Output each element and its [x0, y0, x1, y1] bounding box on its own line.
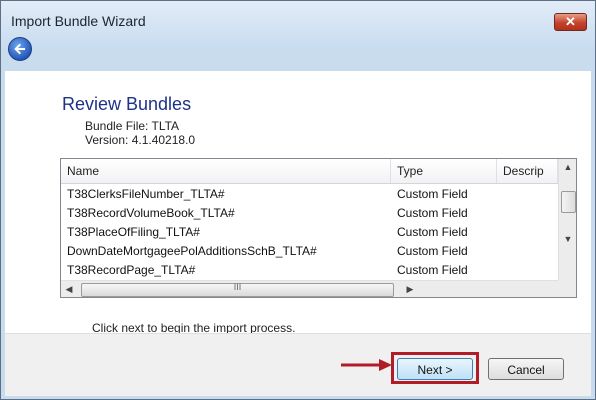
button-bar: Next > Cancel	[5, 333, 591, 396]
back-button[interactable]	[8, 37, 32, 61]
row-name: T38ClerksFileNumber_TLTA#	[67, 187, 225, 201]
annotation-arrow-icon	[341, 359, 392, 371]
version-label: Version: 4.1.40218.0	[85, 133, 196, 147]
row-name: DownDateMortgageePolAdditionsSchB_TLTA#	[67, 244, 317, 258]
row-type: Custom Field	[397, 225, 468, 239]
table-row[interactable]: T38RecordVolumeBook_TLTA# Custom Field	[61, 204, 558, 223]
scroll-left-icon[interactable]: ◀	[61, 281, 77, 297]
vertical-scroll-thumb[interactable]	[561, 191, 576, 213]
page-title: Review Bundles	[62, 94, 192, 114]
content-panel: Review Bundles Bundle File: TLTA Version…	[5, 71, 591, 335]
table-row[interactable]: DownDateMortgageePolAdditionsSchB_TLTA# …	[61, 242, 558, 261]
close-button[interactable]: ✕	[554, 13, 587, 31]
back-arrow-icon	[14, 43, 25, 55]
wizard-window: Import Bundle Wizard ✕ Review Bundles Bu…	[0, 0, 596, 400]
close-icon: ✕	[565, 14, 576, 29]
row-type: Custom Field	[397, 263, 468, 277]
row-name: T38PlaceOfFiling_TLTA#	[67, 225, 200, 239]
list-header: Name Type Descrip	[61, 159, 558, 184]
next-button[interactable]: Next >	[397, 358, 473, 380]
scroll-grip-icon: III	[233, 282, 242, 292]
column-header-name[interactable]: Name	[61, 159, 391, 183]
bundle-list[interactable]: Name Type Descrip T38ClerksFileNumber_TL…	[60, 158, 577, 298]
row-name: T38RecordVolumeBook_TLTA#	[67, 206, 235, 220]
scrollbar-corner	[558, 280, 576, 297]
column-header-description[interactable]: Descrip	[497, 159, 558, 183]
scroll-down-icon[interactable]: ▼	[559, 231, 576, 247]
table-row[interactable]: T38PlaceOfFiling_TLTA# Custom Field	[61, 223, 558, 242]
column-header-type[interactable]: Type	[391, 159, 497, 183]
horizontal-scrollbar[interactable]: ◀ III ▶	[61, 280, 558, 297]
table-row[interactable]: T38RecordPage_TLTA# Custom Field	[61, 261, 558, 280]
horizontal-scroll-thumb[interactable]: III	[81, 282, 394, 297]
window-title: Import Bundle Wizard	[11, 13, 146, 29]
row-type: Custom Field	[397, 206, 468, 220]
row-name: T38RecordPage_TLTA#	[67, 263, 196, 277]
bundle-file-label: Bundle File: TLTA	[85, 119, 180, 133]
scroll-right-icon[interactable]: ▶	[402, 281, 418, 297]
table-row[interactable]: T38ClerksFileNumber_TLTA# Custom Field	[61, 185, 558, 204]
cancel-button[interactable]: Cancel	[488, 358, 564, 380]
row-type: Custom Field	[397, 244, 468, 258]
title-bar: Import Bundle Wizard ✕	[1, 1, 595, 61]
row-type: Custom Field	[397, 187, 468, 201]
scroll-up-icon[interactable]: ▲	[559, 159, 576, 175]
vertical-scrollbar[interactable]: ▲ ▼	[558, 159, 576, 280]
